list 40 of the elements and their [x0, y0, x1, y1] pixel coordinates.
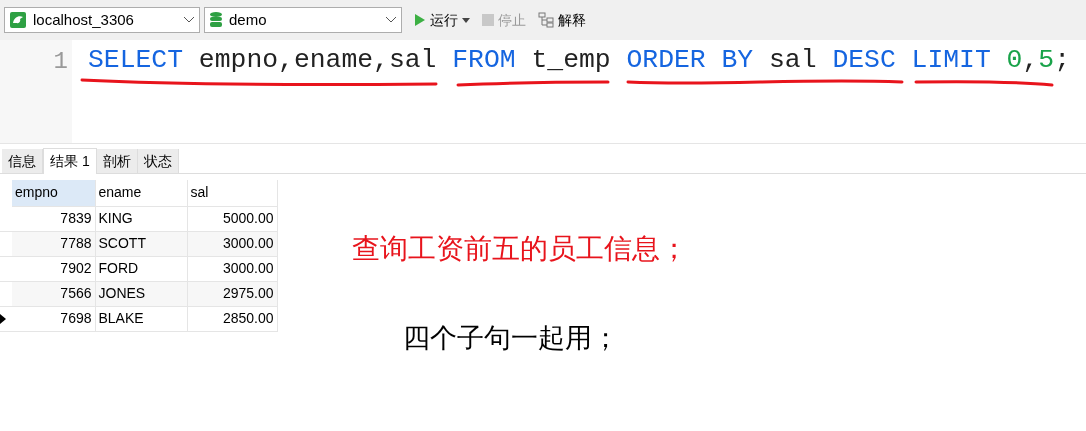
caret-icon — [462, 17, 470, 23]
annotation-text: 查询工资前五的员工信息； — [352, 232, 688, 266]
play-icon — [414, 13, 426, 27]
table-cell: SCOTT — [95, 231, 187, 256]
table-cell: 7788 — [12, 231, 95, 256]
stop-icon — [482, 14, 494, 26]
table-cell: 2975.00 — [187, 281, 277, 306]
result-tab[interactable]: 剖析 — [96, 149, 138, 173]
chevron-down-icon — [183, 16, 195, 24]
table-cell: 2850.00 — [187, 306, 277, 331]
column-header[interactable]: ename — [95, 180, 187, 206]
table-cell: 3000.00 — [187, 231, 277, 256]
database-dropdown[interactable]: demo — [204, 7, 402, 33]
connection-name: localhost_3306 — [33, 9, 135, 30]
diagram-icon — [538, 12, 554, 28]
database-icon — [209, 11, 223, 29]
database-name: demo — [229, 9, 268, 30]
run-button[interactable]: 运行 — [412, 7, 472, 33]
column-header[interactable]: empno — [12, 180, 95, 206]
annotation-text: 四个子句一起用； — [403, 322, 619, 355]
result-tab[interactable]: 结果 1 — [43, 148, 97, 174]
column-header[interactable]: sal — [187, 180, 277, 206]
connection-dropdown[interactable]: localhost_3306 — [4, 7, 200, 33]
table-cell: 5000.00 — [187, 206, 277, 231]
table-cell: 7902 — [12, 256, 95, 281]
chevron-down-icon — [385, 16, 397, 24]
table-cell: FORD — [95, 256, 187, 281]
table-cell: JONES — [95, 281, 187, 306]
result-tab[interactable]: 信息 — [2, 149, 43, 173]
explain-button[interactable]: 解释 — [536, 7, 588, 33]
table-cell: 7698 — [12, 306, 95, 331]
table-cell: 7566 — [12, 281, 95, 306]
sql-code-line: SELECT empno,ename,sal FROM t_emp ORDER BY sal DESC LIMIT 0,5; — [88, 44, 1070, 77]
table-cell: 7839 — [12, 206, 95, 231]
table-cell: KING — [95, 206, 187, 231]
table-cell: BLAKE — [95, 306, 187, 331]
current-row-icon — [0, 313, 6, 324]
table-cell: 3000.00 — [187, 256, 277, 281]
line-number: 1 — [53, 47, 68, 77]
result-tab[interactable]: 状态 — [137, 149, 179, 173]
